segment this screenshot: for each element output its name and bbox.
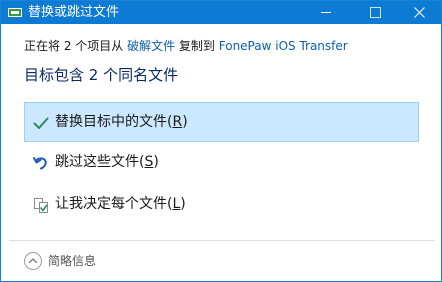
minimize-button[interactable]	[303, 1, 348, 24]
footer-divider	[9, 240, 434, 241]
info-middle: 复制到	[175, 39, 219, 53]
close-button[interactable]	[397, 1, 442, 24]
destination-folder-link[interactable]: FonePaw iOS Transfer	[219, 39, 348, 53]
replace-files-option[interactable]: 替换目标中的文件(R)	[24, 102, 419, 142]
source-folder-link[interactable]: 破解文件	[127, 39, 175, 53]
skip-arrow-icon	[33, 155, 49, 171]
maximize-button[interactable]	[352, 1, 397, 24]
replace-or-skip-dialog: 替换或跳过文件 正在将 2 个项目从 破解文件 复制到 FonePaw iOS …	[0, 0, 442, 282]
skip-files-option[interactable]: 跳过这些文件(S)	[24, 142, 419, 182]
checkmark-icon	[33, 115, 49, 131]
decide-each-file-option[interactable]: 让我决定每个文件(L)	[24, 184, 419, 224]
copy-info-text: 正在将 2 个项目从 破解文件 复制到 FonePaw iOS Transfer	[24, 38, 348, 54]
fewer-details-toggle[interactable]: 简略信息	[24, 251, 134, 271]
conflict-heading: 目标包含 2 个同名文件	[24, 66, 179, 84]
window-title: 替换或跳过文件	[28, 5, 120, 20]
title-bar[interactable]: 替换或跳过文件	[1, 1, 441, 24]
copy-dialog-icon	[8, 8, 22, 17]
close-icon	[414, 7, 425, 18]
decide-option-label: 让我决定每个文件(L)	[55, 196, 186, 212]
chevron-up-icon	[24, 252, 42, 270]
skip-option-label: 跳过这些文件(S)	[55, 154, 159, 170]
info-prefix: 正在将 2 个项目从	[24, 39, 128, 53]
compare-files-icon	[33, 197, 49, 213]
replace-option-label: 替换目标中的文件(R)	[55, 114, 188, 130]
details-label: 简略信息	[48, 254, 97, 268]
